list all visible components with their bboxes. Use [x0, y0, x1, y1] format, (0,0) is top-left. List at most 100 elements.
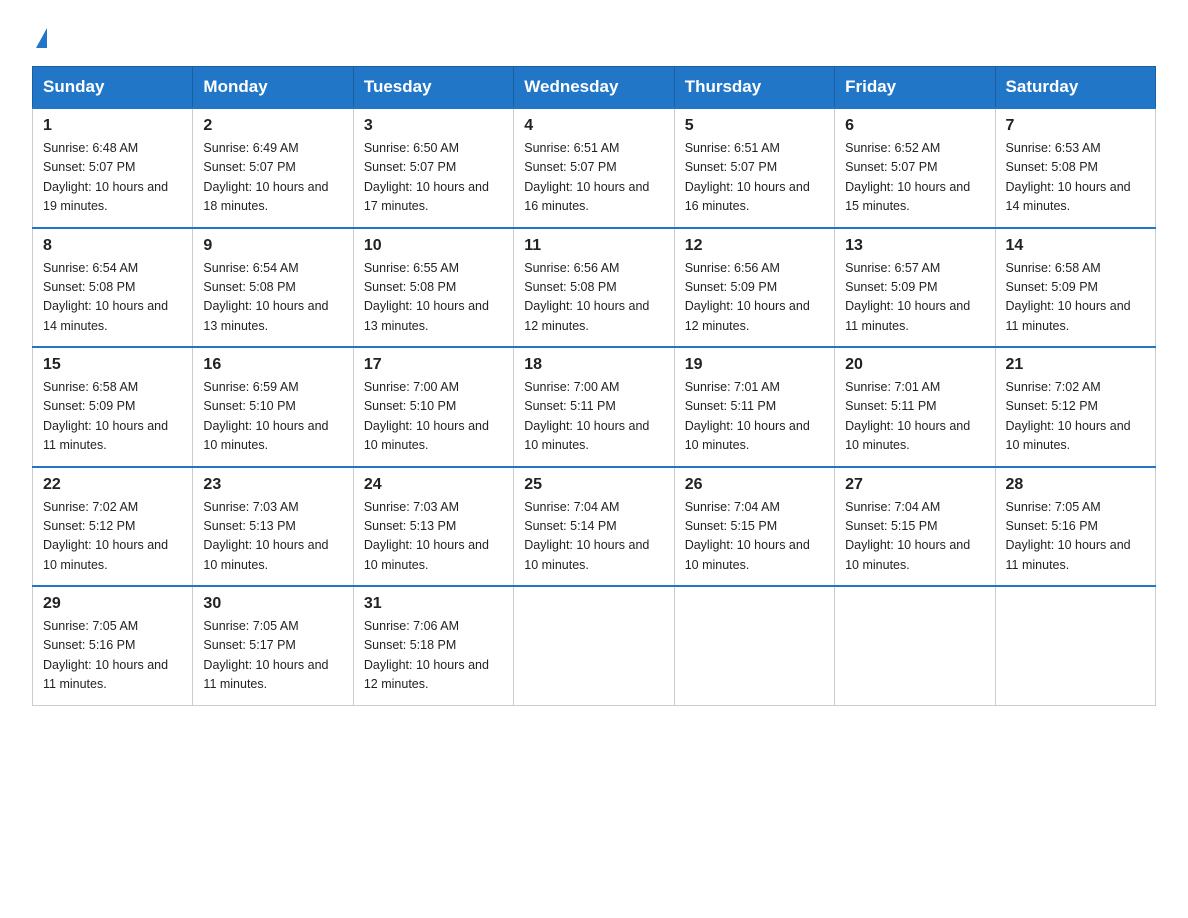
day-number: 17	[364, 356, 503, 374]
day-number: 15	[43, 356, 182, 374]
day-number: 11	[524, 237, 663, 255]
calendar-day-cell: 18 Sunrise: 7:00 AMSunset: 5:11 PMDaylig…	[514, 347, 674, 467]
day-info: Sunrise: 7:04 AMSunset: 5:15 PMDaylight:…	[685, 498, 824, 576]
calendar-day-cell: 4 Sunrise: 6:51 AMSunset: 5:07 PMDayligh…	[514, 108, 674, 228]
day-info: Sunrise: 6:55 AMSunset: 5:08 PMDaylight:…	[364, 259, 503, 337]
calendar-day-cell: 30 Sunrise: 7:05 AMSunset: 5:17 PMDaylig…	[193, 586, 353, 705]
day-number: 18	[524, 356, 663, 374]
calendar-table: SundayMondayTuesdayWednesdayThursdayFrid…	[32, 66, 1156, 706]
calendar-day-cell: 14 Sunrise: 6:58 AMSunset: 5:09 PMDaylig…	[995, 228, 1155, 348]
day-number: 6	[845, 117, 984, 135]
calendar-day-cell	[835, 586, 995, 705]
day-info: Sunrise: 6:53 AMSunset: 5:08 PMDaylight:…	[1006, 139, 1145, 217]
day-info: Sunrise: 6:49 AMSunset: 5:07 PMDaylight:…	[203, 139, 342, 217]
day-info: Sunrise: 6:59 AMSunset: 5:10 PMDaylight:…	[203, 378, 342, 456]
day-info: Sunrise: 7:05 AMSunset: 5:16 PMDaylight:…	[43, 617, 182, 695]
calendar-day-cell: 31 Sunrise: 7:06 AMSunset: 5:18 PMDaylig…	[353, 586, 513, 705]
calendar-week-row: 22 Sunrise: 7:02 AMSunset: 5:12 PMDaylig…	[33, 467, 1156, 587]
day-number: 13	[845, 237, 984, 255]
calendar-day-cell: 1 Sunrise: 6:48 AMSunset: 5:07 PMDayligh…	[33, 108, 193, 228]
calendar-day-cell: 19 Sunrise: 7:01 AMSunset: 5:11 PMDaylig…	[674, 347, 834, 467]
calendar-week-row: 1 Sunrise: 6:48 AMSunset: 5:07 PMDayligh…	[33, 108, 1156, 228]
day-number: 10	[364, 237, 503, 255]
calendar-day-cell: 5 Sunrise: 6:51 AMSunset: 5:07 PMDayligh…	[674, 108, 834, 228]
day-number: 27	[845, 476, 984, 494]
day-number: 14	[1006, 237, 1145, 255]
day-number: 9	[203, 237, 342, 255]
day-number: 22	[43, 476, 182, 494]
day-number: 23	[203, 476, 342, 494]
day-info: Sunrise: 6:56 AMSunset: 5:08 PMDaylight:…	[524, 259, 663, 337]
calendar-day-cell: 26 Sunrise: 7:04 AMSunset: 5:15 PMDaylig…	[674, 467, 834, 587]
day-info: Sunrise: 6:54 AMSunset: 5:08 PMDaylight:…	[203, 259, 342, 337]
calendar-day-cell: 17 Sunrise: 7:00 AMSunset: 5:10 PMDaylig…	[353, 347, 513, 467]
day-info: Sunrise: 7:04 AMSunset: 5:14 PMDaylight:…	[524, 498, 663, 576]
day-info: Sunrise: 6:58 AMSunset: 5:09 PMDaylight:…	[43, 378, 182, 456]
day-info: Sunrise: 7:05 AMSunset: 5:17 PMDaylight:…	[203, 617, 342, 695]
calendar-week-row: 8 Sunrise: 6:54 AMSunset: 5:08 PMDayligh…	[33, 228, 1156, 348]
day-info: Sunrise: 7:00 AMSunset: 5:10 PMDaylight:…	[364, 378, 503, 456]
calendar-day-cell: 8 Sunrise: 6:54 AMSunset: 5:08 PMDayligh…	[33, 228, 193, 348]
logo	[32, 24, 47, 48]
day-number: 4	[524, 117, 663, 135]
day-number: 16	[203, 356, 342, 374]
calendar-header-cell: Wednesday	[514, 67, 674, 109]
calendar-day-cell: 15 Sunrise: 6:58 AMSunset: 5:09 PMDaylig…	[33, 347, 193, 467]
day-number: 1	[43, 117, 182, 135]
calendar-day-cell	[514, 586, 674, 705]
calendar-header-cell: Saturday	[995, 67, 1155, 109]
day-info: Sunrise: 7:01 AMSunset: 5:11 PMDaylight:…	[685, 378, 824, 456]
calendar-day-cell: 27 Sunrise: 7:04 AMSunset: 5:15 PMDaylig…	[835, 467, 995, 587]
calendar-day-cell	[674, 586, 834, 705]
calendar-week-row: 29 Sunrise: 7:05 AMSunset: 5:16 PMDaylig…	[33, 586, 1156, 705]
day-info: Sunrise: 7:02 AMSunset: 5:12 PMDaylight:…	[43, 498, 182, 576]
day-number: 8	[43, 237, 182, 255]
day-number: 24	[364, 476, 503, 494]
day-info: Sunrise: 7:02 AMSunset: 5:12 PMDaylight:…	[1006, 378, 1145, 456]
day-number: 28	[1006, 476, 1145, 494]
day-number: 3	[364, 117, 503, 135]
calendar-header-row: SundayMondayTuesdayWednesdayThursdayFrid…	[33, 67, 1156, 109]
calendar-day-cell: 9 Sunrise: 6:54 AMSunset: 5:08 PMDayligh…	[193, 228, 353, 348]
day-number: 2	[203, 117, 342, 135]
calendar-day-cell: 13 Sunrise: 6:57 AMSunset: 5:09 PMDaylig…	[835, 228, 995, 348]
day-info: Sunrise: 7:03 AMSunset: 5:13 PMDaylight:…	[364, 498, 503, 576]
day-info: Sunrise: 7:00 AMSunset: 5:11 PMDaylight:…	[524, 378, 663, 456]
day-number: 30	[203, 595, 342, 613]
day-info: Sunrise: 7:04 AMSunset: 5:15 PMDaylight:…	[845, 498, 984, 576]
calendar-header-cell: Monday	[193, 67, 353, 109]
calendar-week-row: 15 Sunrise: 6:58 AMSunset: 5:09 PMDaylig…	[33, 347, 1156, 467]
day-info: Sunrise: 6:50 AMSunset: 5:07 PMDaylight:…	[364, 139, 503, 217]
day-info: Sunrise: 6:52 AMSunset: 5:07 PMDaylight:…	[845, 139, 984, 217]
calendar-day-cell: 6 Sunrise: 6:52 AMSunset: 5:07 PMDayligh…	[835, 108, 995, 228]
day-info: Sunrise: 7:05 AMSunset: 5:16 PMDaylight:…	[1006, 498, 1145, 576]
calendar-day-cell: 25 Sunrise: 7:04 AMSunset: 5:14 PMDaylig…	[514, 467, 674, 587]
calendar-header-cell: Thursday	[674, 67, 834, 109]
calendar-day-cell: 20 Sunrise: 7:01 AMSunset: 5:11 PMDaylig…	[835, 347, 995, 467]
page-header	[32, 24, 1156, 48]
day-info: Sunrise: 6:58 AMSunset: 5:09 PMDaylight:…	[1006, 259, 1145, 337]
day-info: Sunrise: 6:54 AMSunset: 5:08 PMDaylight:…	[43, 259, 182, 337]
calendar-day-cell: 28 Sunrise: 7:05 AMSunset: 5:16 PMDaylig…	[995, 467, 1155, 587]
day-number: 26	[685, 476, 824, 494]
calendar-header-cell: Tuesday	[353, 67, 513, 109]
calendar-day-cell	[995, 586, 1155, 705]
day-number: 7	[1006, 117, 1145, 135]
day-info: Sunrise: 6:57 AMSunset: 5:09 PMDaylight:…	[845, 259, 984, 337]
calendar-day-cell: 2 Sunrise: 6:49 AMSunset: 5:07 PMDayligh…	[193, 108, 353, 228]
calendar-day-cell: 24 Sunrise: 7:03 AMSunset: 5:13 PMDaylig…	[353, 467, 513, 587]
day-info: Sunrise: 6:56 AMSunset: 5:09 PMDaylight:…	[685, 259, 824, 337]
calendar-body: 1 Sunrise: 6:48 AMSunset: 5:07 PMDayligh…	[33, 108, 1156, 705]
day-number: 29	[43, 595, 182, 613]
day-info: Sunrise: 6:48 AMSunset: 5:07 PMDaylight:…	[43, 139, 182, 217]
calendar-day-cell: 11 Sunrise: 6:56 AMSunset: 5:08 PMDaylig…	[514, 228, 674, 348]
day-info: Sunrise: 6:51 AMSunset: 5:07 PMDaylight:…	[685, 139, 824, 217]
calendar-header-cell: Sunday	[33, 67, 193, 109]
day-info: Sunrise: 7:03 AMSunset: 5:13 PMDaylight:…	[203, 498, 342, 576]
calendar-day-cell: 22 Sunrise: 7:02 AMSunset: 5:12 PMDaylig…	[33, 467, 193, 587]
day-number: 31	[364, 595, 503, 613]
calendar-day-cell: 12 Sunrise: 6:56 AMSunset: 5:09 PMDaylig…	[674, 228, 834, 348]
calendar-header-cell: Friday	[835, 67, 995, 109]
calendar-day-cell: 10 Sunrise: 6:55 AMSunset: 5:08 PMDaylig…	[353, 228, 513, 348]
calendar-day-cell: 7 Sunrise: 6:53 AMSunset: 5:08 PMDayligh…	[995, 108, 1155, 228]
